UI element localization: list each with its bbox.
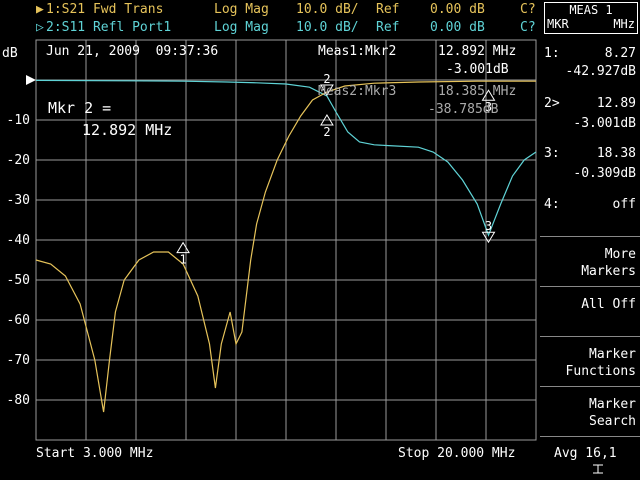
marker-value: -42.927dB — [565, 64, 636, 79]
softkey-line: Search — [589, 414, 636, 429]
marker-value: -0.309dB — [573, 166, 636, 181]
marker-number: 2 — [323, 125, 330, 139]
softkey-line: Functions — [565, 364, 636, 379]
marker-number: 1 — [179, 253, 186, 267]
softkey-line: Marker — [589, 397, 636, 412]
y-tick-label: -60 — [7, 313, 30, 328]
timestamp: Jun 21, 2009 09:37:36 — [46, 44, 219, 59]
marker-frequency: 12.89 — [596, 96, 636, 111]
stop-frequency[interactable]: Stop 20.000 MHz — [398, 446, 515, 462]
y-tick-label: -30 — [7, 193, 30, 208]
meas1-label: Meas1:Mkr2 — [318, 44, 397, 59]
marker-value: -3.001dB — [573, 116, 636, 131]
meas2-label: Meas2:Mkr3 — [318, 84, 397, 99]
meas2-frequency: 18.385 MHz — [438, 84, 517, 99]
softkey-divider — [540, 236, 640, 237]
meas-header-box: MEAS 1 MKR MHz — [544, 2, 638, 34]
marker-number: 3 — [485, 219, 492, 233]
all-off-softkey[interactable]: All Off — [581, 296, 636, 313]
y-tick-label: -40 — [7, 233, 30, 248]
softkey-divider — [540, 336, 640, 337]
mkr-column-label: MKR — [547, 17, 569, 31]
marker-annotation-frequency: 12.892 MHz — [82, 121, 173, 139]
softkey-line: More — [604, 247, 636, 262]
averaging-status: Avg 16,1 — [554, 446, 617, 461]
marker-3-glyph-s11: 3 — [481, 219, 496, 244]
marker-triangle — [176, 241, 190, 254]
meas1-frequency: 12.892 MHz — [438, 44, 517, 59]
start-frequency[interactable]: Start 3.000 MHz — [36, 446, 153, 462]
reference-level-arrow[interactable] — [26, 75, 36, 85]
softkey-line: Markers — [581, 264, 636, 279]
marker-2-glyph-s11: 2 — [320, 114, 334, 139]
y-unit-label: dB — [2, 46, 18, 61]
meas-title: MEAS 1 — [569, 3, 613, 17]
marker-functions-softkey[interactable]: Marker Functions — [566, 346, 636, 380]
softkey-line: Marker — [589, 347, 636, 362]
more-markers-softkey[interactable]: More Markers — [581, 246, 636, 280]
marker-frequency: 18.38 — [596, 146, 636, 161]
y-axis-ticks: -10 -20 -30 -40 -50 -60 -70 -80 — [7, 113, 30, 408]
meas2-value: -38.785dB — [428, 102, 499, 117]
y-tick-label: -80 — [7, 393, 30, 408]
marker-id: 1: — [544, 46, 560, 61]
y-tick-label: -20 — [7, 153, 30, 168]
marker-id: 3: — [544, 146, 560, 161]
y-tick-label: -50 — [7, 273, 30, 288]
softkey-divider — [540, 436, 640, 437]
marker-search-softkey[interactable]: Marker Search — [589, 396, 636, 430]
marker-annotation-title: Mkr 2 = — [48, 99, 112, 117]
marker-frequency: 8.27 — [604, 46, 636, 61]
averaging-indicator-icon — [593, 464, 603, 474]
marker-id: 2> — [544, 96, 560, 111]
y-tick-label: -10 — [7, 113, 30, 128]
unit-column-label: MHz — [613, 17, 635, 31]
marker-1-glyph: 1 — [176, 241, 190, 267]
softkey-panel: MEAS 1 MKR MHz 1: 8.27 -42.927dB 2> 12.8… — [540, 0, 640, 480]
y-tick-label: -70 — [7, 353, 30, 368]
meas1-value: -3.001dB — [446, 62, 509, 77]
softkey-divider — [540, 286, 640, 287]
softkey-line: All Off — [581, 297, 636, 312]
softkey-divider — [540, 386, 640, 387]
marker-id: 4: — [544, 197, 560, 212]
marker-frequency: off — [612, 197, 636, 212]
